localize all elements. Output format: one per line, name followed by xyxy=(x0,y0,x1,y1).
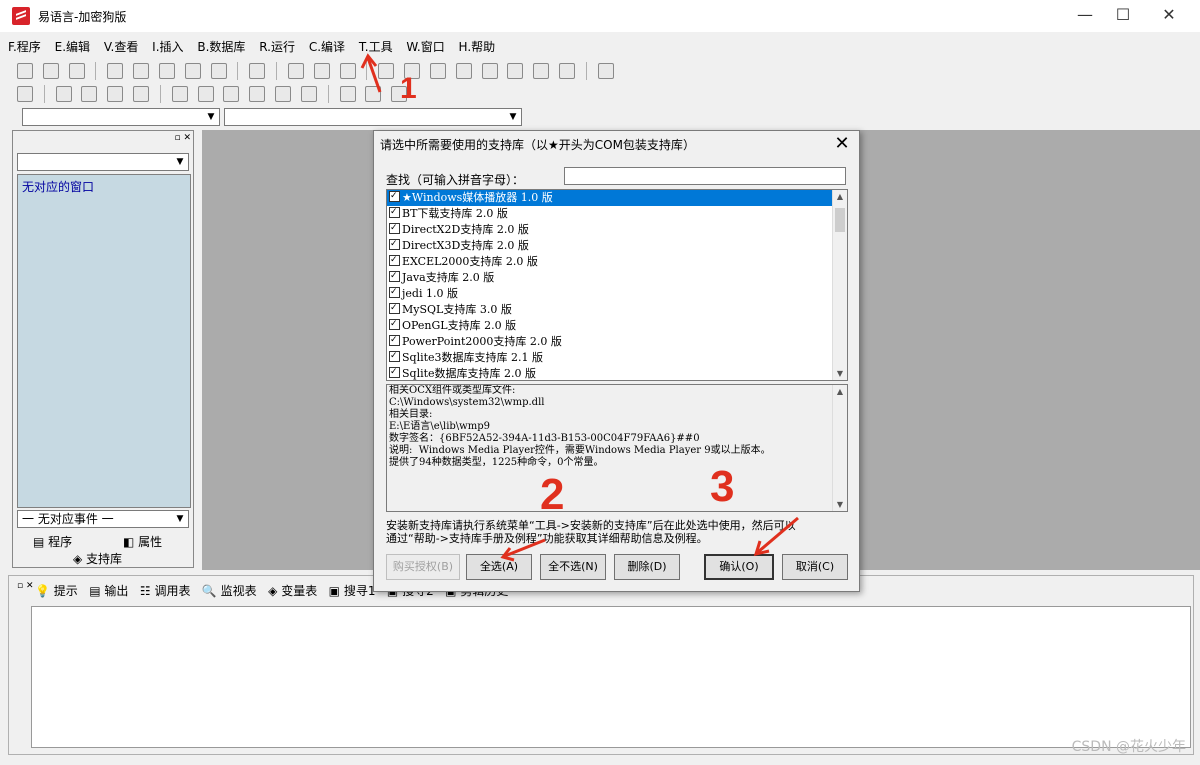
arrow-2-icon xyxy=(504,538,546,558)
status-bar xyxy=(0,755,1200,765)
annotation-2: 2 xyxy=(540,470,565,519)
annotation-3: 3 xyxy=(710,462,735,511)
annotation-1: 1 xyxy=(400,72,417,105)
arrow-3-icon xyxy=(757,516,799,554)
watermark: CSDN @花火少年 xyxy=(1071,739,1186,755)
annotation-layer xyxy=(360,53,799,562)
